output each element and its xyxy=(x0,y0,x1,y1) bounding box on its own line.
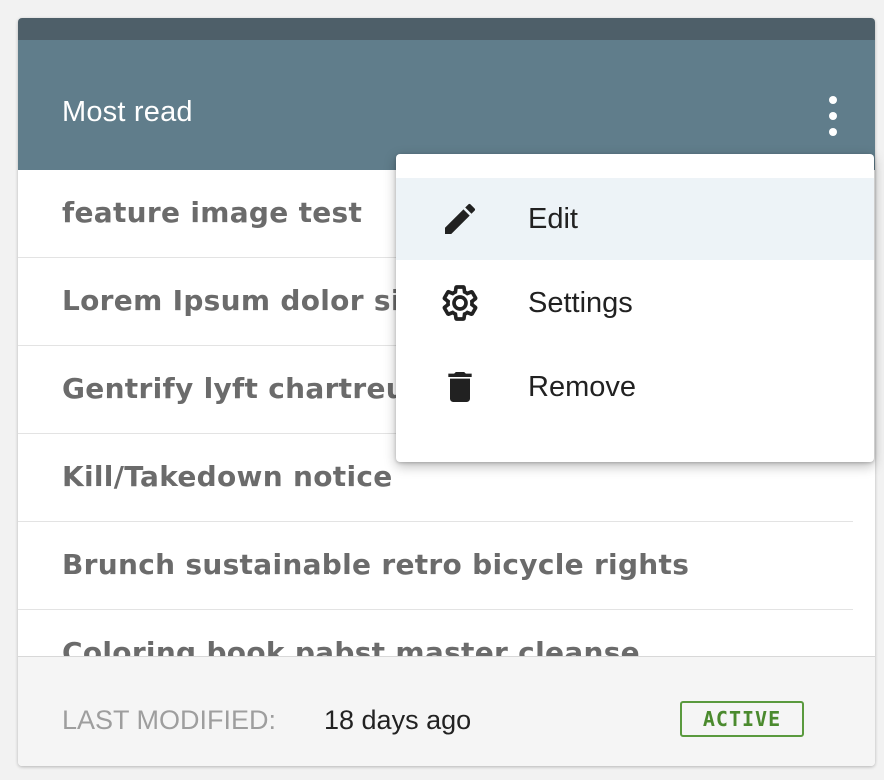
status-badge: ACTIVE xyxy=(680,701,804,737)
list-item-label: Coloring book pabst master cleanse xyxy=(62,636,640,656)
menu-item-remove[interactable]: Remove xyxy=(396,346,874,428)
menu-item-label: Remove xyxy=(528,371,636,403)
more-options-icon[interactable] xyxy=(821,96,845,136)
widget-footer: LAST MODIFIED: 18 days ago ACTIVE xyxy=(18,656,875,766)
gear-icon xyxy=(440,283,480,323)
list-item[interactable]: Coloring book pabst master cleanse xyxy=(18,610,853,656)
menu-item-edit[interactable]: Edit xyxy=(396,178,874,260)
context-menu: Edit Settings Remove xyxy=(396,154,874,462)
list-item[interactable]: Brunch sustainable retro bicycle rights xyxy=(18,522,853,610)
menu-item-label: Edit xyxy=(528,203,578,235)
trash-icon xyxy=(440,367,480,407)
widget-title: Most read xyxy=(62,96,193,128)
menu-item-settings[interactable]: Settings xyxy=(396,262,874,344)
widget-topbar xyxy=(18,18,875,40)
list-item-label: Kill/Takedown notice xyxy=(62,460,393,493)
pencil-icon xyxy=(440,199,480,239)
last-modified-label: LAST MODIFIED: xyxy=(62,705,277,735)
last-modified-value: 18 days ago xyxy=(324,705,472,735)
list-item-label: feature image test xyxy=(62,196,363,229)
list-item-label: Brunch sustainable retro bicycle rights xyxy=(62,548,690,581)
widget-header: Most read xyxy=(18,40,875,170)
list-item-label: Gentrify lyft chartreuse xyxy=(62,372,443,405)
menu-item-label: Settings xyxy=(528,287,633,319)
